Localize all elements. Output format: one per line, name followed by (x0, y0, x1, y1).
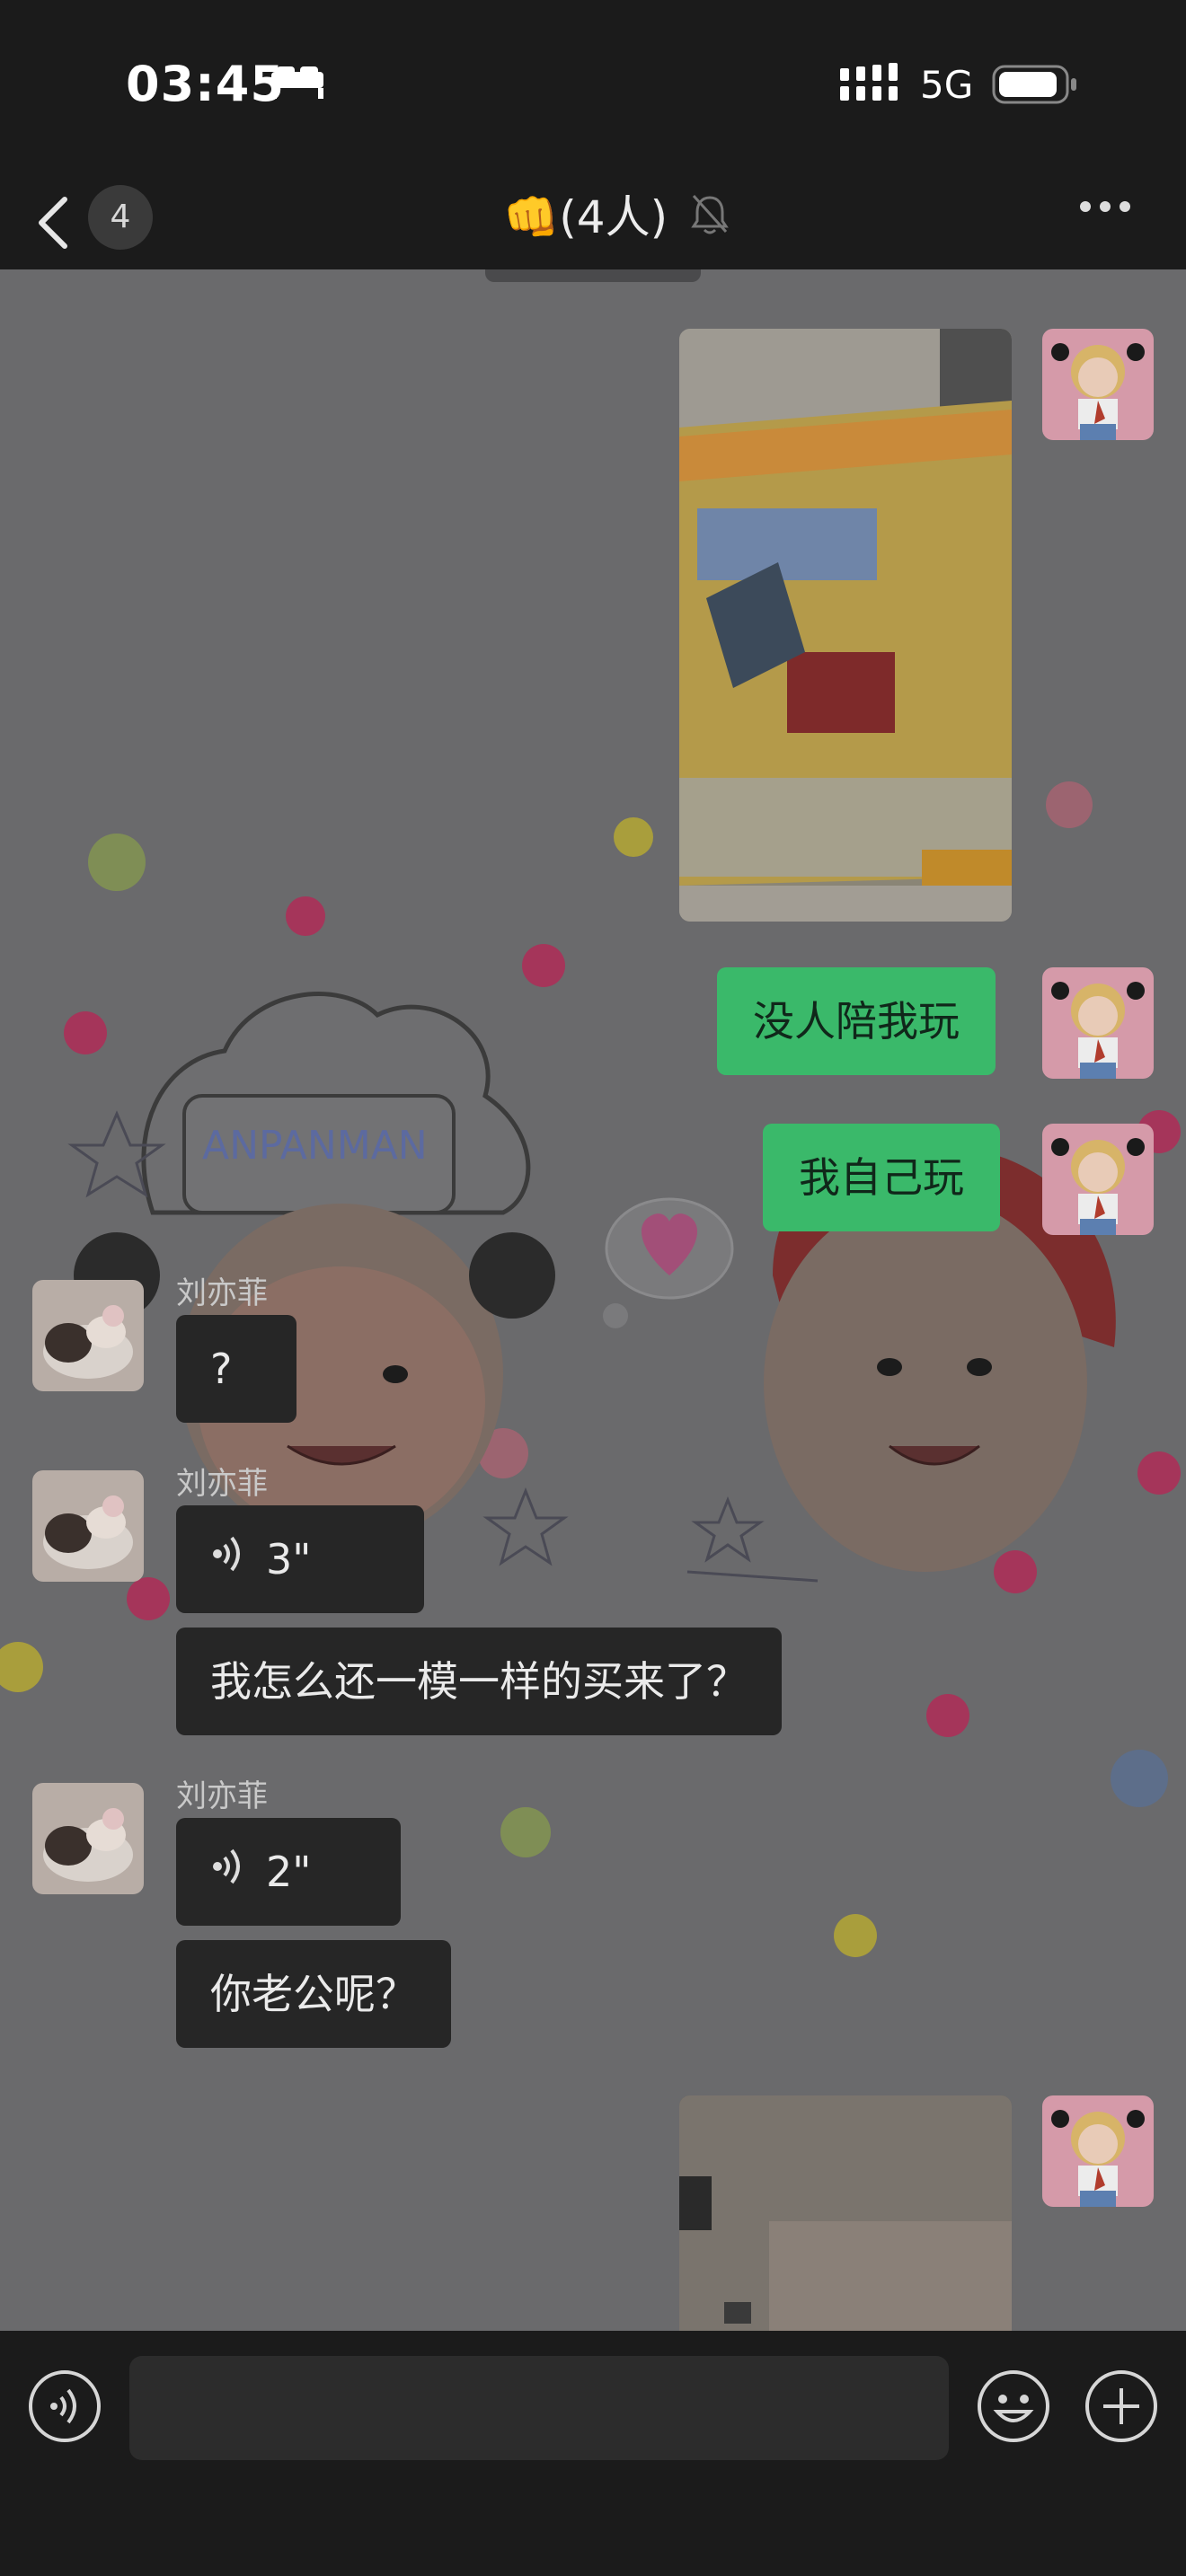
sender-name: 刘亦菲 (176, 1778, 268, 1814)
my-avatar[interactable] (1042, 1124, 1154, 1235)
back-button[interactable]: 4 (36, 180, 171, 260)
battery-icon (992, 65, 1078, 108)
chat-message-list[interactable]: ANPANMAN 没人陪我玩 我自己玩 刘亦菲 ? 刘亦菲 3" 我怎么还一模一… (0, 269, 1186, 2331)
voice-duration: 3" (266, 1535, 312, 1584)
message-bubble-sent[interactable]: 没人陪我玩 (717, 967, 996, 1075)
mute-icon (690, 192, 730, 239)
voice-icon (210, 1818, 266, 1926)
my-avatar[interactable] (1042, 329, 1154, 440)
more-icon (1078, 201, 1132, 219)
message-input[interactable] (129, 2356, 949, 2460)
network-type: 5G (920, 63, 974, 107)
my-avatar[interactable] (1042, 967, 1154, 1079)
voice-input-button[interactable] (27, 2369, 102, 2448)
input-bar (0, 2331, 1186, 2576)
message-bubble-received[interactable]: ? (176, 1315, 296, 1423)
my-avatar[interactable] (1042, 2095, 1154, 2207)
voice-icon (27, 2370, 102, 2448)
message-bubble-received[interactable]: 我怎么还一模一样的买来了？ (176, 1628, 782, 1735)
sender-name: 刘亦菲 (176, 1466, 268, 1502)
message-image-board-game[interactable] (679, 329, 1012, 922)
sender-avatar[interactable] (32, 1783, 144, 1894)
plus-icon (1084, 2370, 1159, 2448)
message-image-room[interactable] (679, 2095, 1012, 2331)
voice-duration: 2" (266, 1848, 312, 1896)
message-bubble-received[interactable]: 你老公呢？ (176, 1940, 451, 2048)
sender-avatar[interactable] (32, 1280, 144, 1391)
chat-header: 4 👊(4人) (0, 171, 1186, 269)
message-bubble-sent[interactable]: 我自己玩 (763, 1124, 1000, 1231)
back-icon (36, 196, 72, 253)
voice-message[interactable]: 2" (176, 1818, 401, 1926)
sleep-icon (270, 65, 325, 104)
time-separator (485, 269, 701, 282)
status-time: 03:45 (126, 56, 285, 112)
svg-text:ANPANMAN: ANPANMAN (202, 1123, 428, 1169)
unread-count-badge: 4 (88, 185, 153, 250)
emoji-button[interactable] (976, 2369, 1051, 2448)
more-functions-button[interactable] (1084, 2369, 1159, 2448)
sender-avatar[interactable] (32, 1470, 144, 1582)
voice-icon (210, 1505, 266, 1613)
more-button[interactable] (1078, 198, 1141, 243)
sender-name: 刘亦菲 (176, 1275, 268, 1311)
chat-title[interactable]: 👊(4人) (503, 181, 668, 246)
emoji-icon (976, 2370, 1051, 2448)
signal-icon (840, 63, 903, 108)
status-bar: 03:45 5G (0, 0, 1186, 171)
voice-message[interactable]: 3" (176, 1505, 424, 1613)
